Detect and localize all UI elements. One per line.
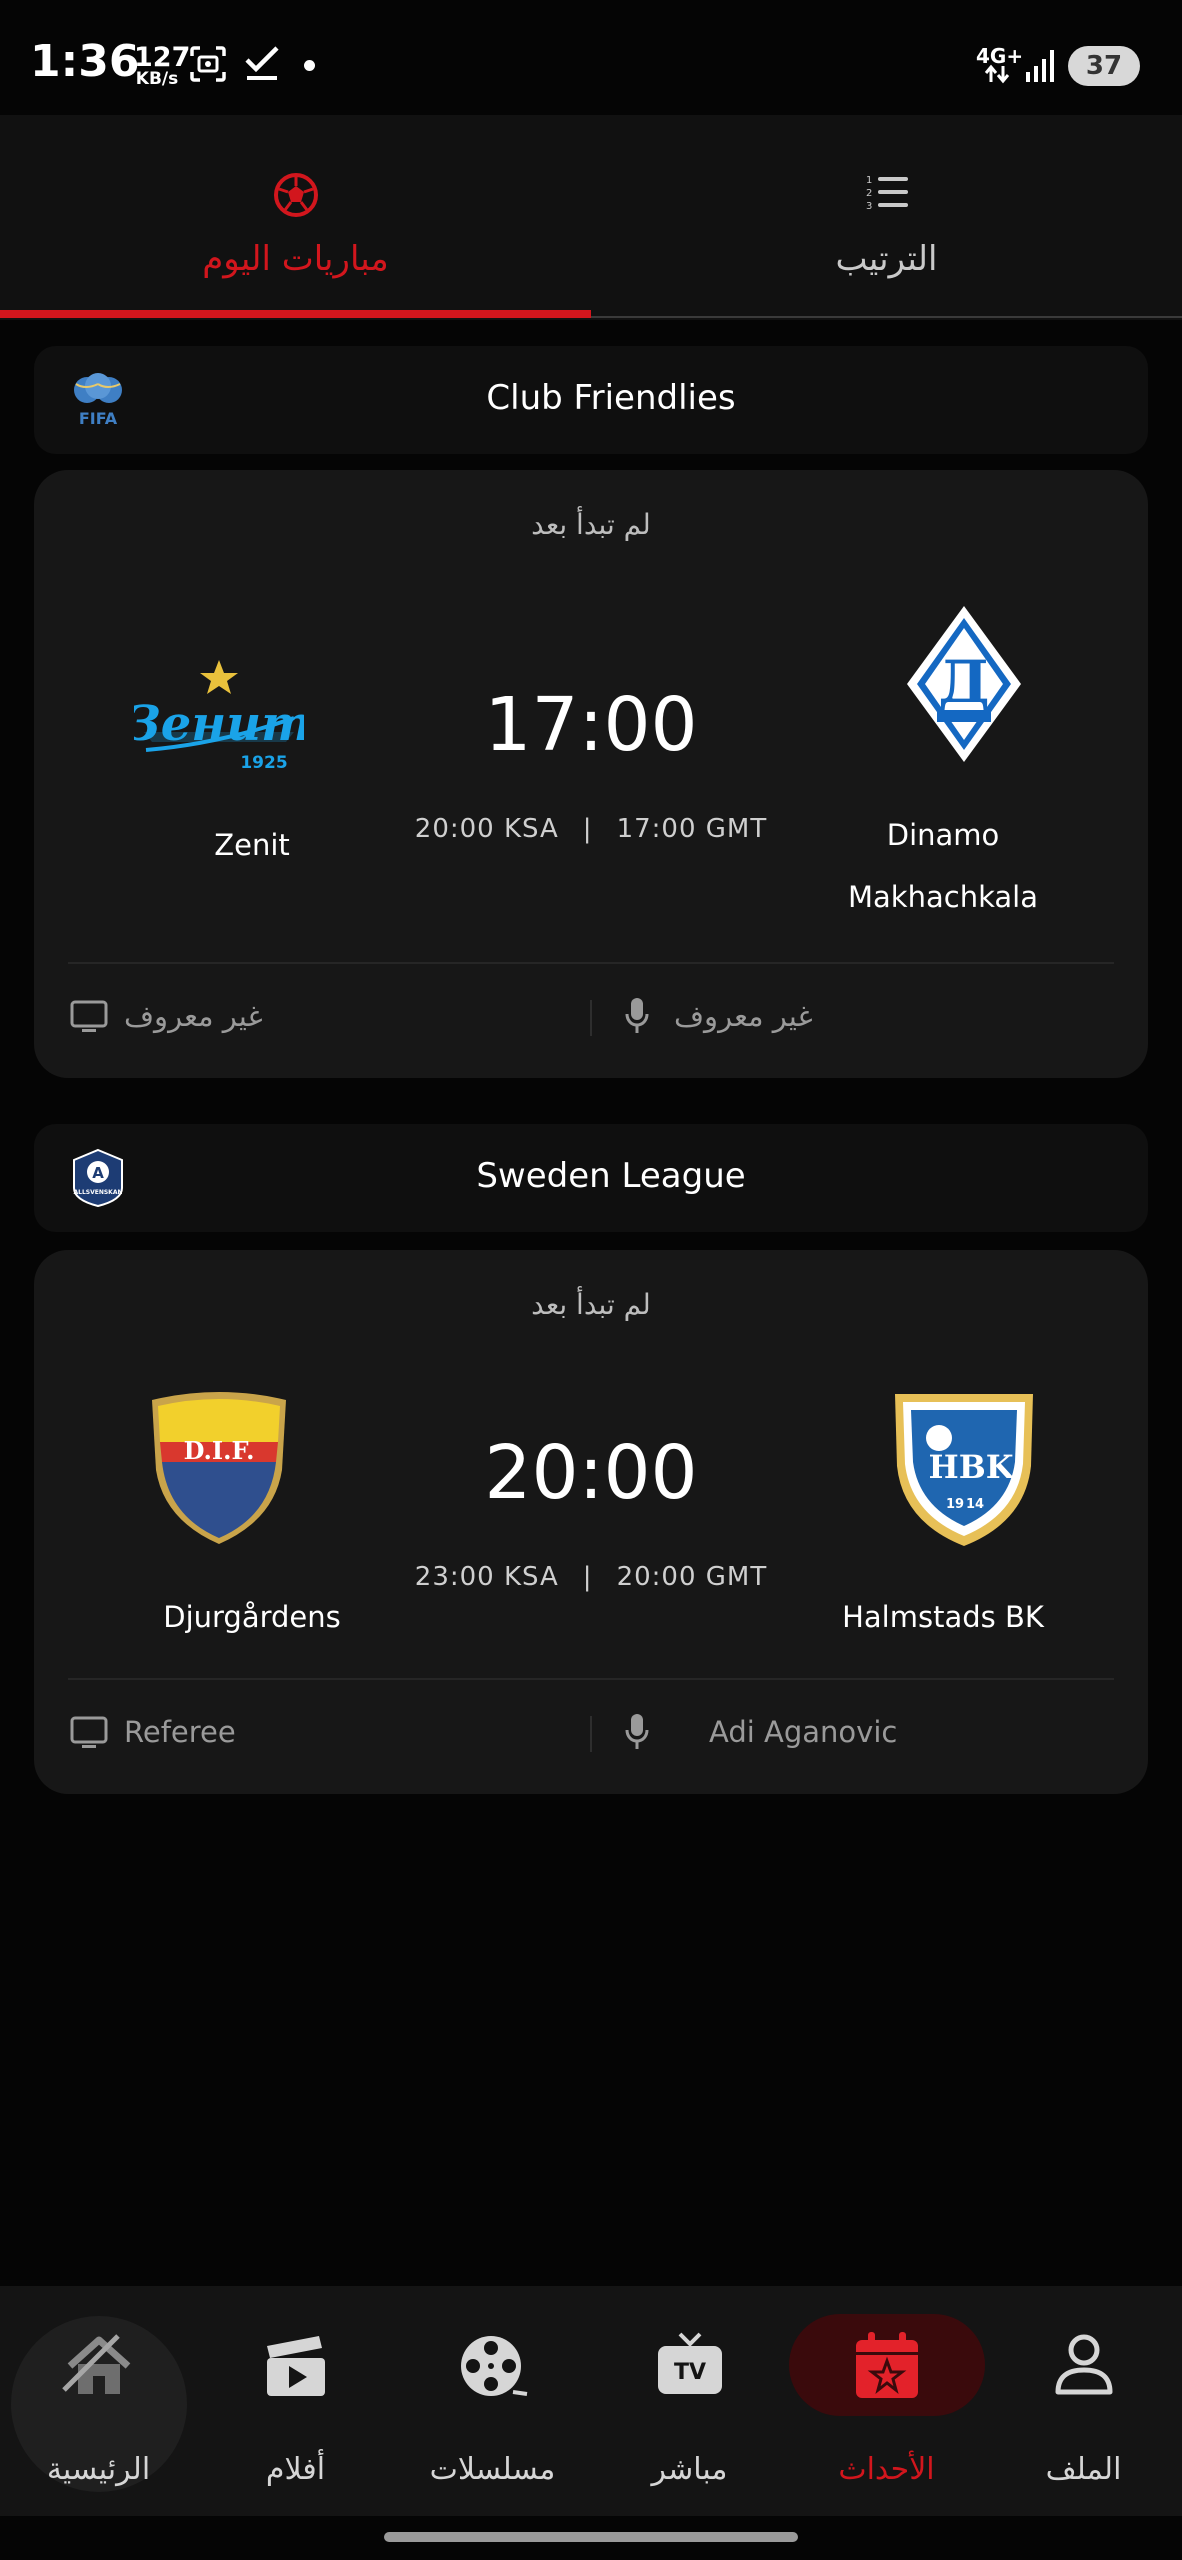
match-status: لم تبدأ بعد xyxy=(531,1288,651,1321)
notification-dot xyxy=(304,60,315,71)
svg-text:TV: TV xyxy=(673,2360,705,2385)
profile-icon xyxy=(1055,2334,1112,2395)
commentator-name: غير معروف xyxy=(674,999,813,1033)
film-reel-icon xyxy=(460,2336,527,2396)
channel-name: غير معروف xyxy=(124,999,263,1033)
info-divider xyxy=(590,1716,592,1752)
soccer-ball-icon xyxy=(273,173,318,217)
time-separator: | xyxy=(582,814,593,844)
net-speed-value: 127 xyxy=(134,42,191,73)
status-time: 1:36 xyxy=(30,36,140,87)
match-card[interactable]: لم تبدأ بعد Зенит 1925 Zenit 17:00 20:00… xyxy=(34,470,1148,1078)
network-type: 4G+ xyxy=(976,44,1024,68)
info-divider xyxy=(590,1000,592,1036)
nav-label: الرئيسية xyxy=(46,2452,151,2487)
svg-text:1: 1 xyxy=(866,175,872,186)
svg-text:19: 19 xyxy=(946,1497,964,1512)
tv-channel-icon xyxy=(70,1000,108,1032)
status-bar: 1:36 127 KB/s 4G+ 37 xyxy=(0,0,1182,115)
tab-divider xyxy=(591,316,1182,318)
tab-todays-matches[interactable]: مباريات اليوم xyxy=(0,115,591,320)
microphone-icon xyxy=(625,998,649,1033)
data-arrows-icon xyxy=(984,64,1010,84)
away-team-name: Halmstads BK xyxy=(842,1600,1044,1634)
svg-text:2: 2 xyxy=(866,188,872,199)
channel-name: Referee xyxy=(124,1715,236,1749)
match-status: لم تبدأ بعد xyxy=(531,508,651,541)
away-team-name: Dinamo Makhachkala xyxy=(793,804,1093,928)
commentator-name: Adi Aganovic xyxy=(709,1715,898,1749)
tv-icon: TV xyxy=(657,2332,722,2394)
signal-icon xyxy=(1026,50,1054,82)
svg-text:HBK: HBK xyxy=(928,1448,1014,1486)
away-team-line1: Dinamo xyxy=(886,818,1000,852)
battery-indicator: 37 xyxy=(1068,46,1140,86)
dinamo-crest-icon: Д xyxy=(907,606,1021,762)
ranking-list-icon: 1 2 3 xyxy=(866,175,908,212)
gesture-handle[interactable] xyxy=(384,2532,798,2542)
nav-events[interactable]: الأحداث xyxy=(788,2286,985,2516)
tab-label: الترتيب xyxy=(835,239,938,279)
check-icon xyxy=(245,46,279,80)
nav-label: أفلام xyxy=(265,2452,326,2487)
time-ksa: 23:00 KSA xyxy=(414,1562,559,1592)
time-gmt: 17:00 GMT xyxy=(616,814,768,844)
bottom-navigation: الرئيسية أفلام مسلسلات TV مباشر الأحداث … xyxy=(0,2286,1182,2516)
screenshot-icon xyxy=(190,46,226,82)
tab-standings[interactable]: 1 2 3 الترتيب xyxy=(591,115,1182,320)
league-header[interactable]: FIFA Club Friendlies xyxy=(34,346,1148,454)
microphone-icon xyxy=(625,1714,649,1749)
time-separator: | xyxy=(582,1562,593,1592)
nav-series[interactable]: مسلسلات xyxy=(394,2286,591,2516)
nav-home[interactable]: الرئيسية xyxy=(0,2286,197,2516)
svg-text:14: 14 xyxy=(966,1497,984,1512)
nav-profile[interactable]: الملف xyxy=(985,2286,1182,2516)
tab-bar: مباريات اليوم 1 2 3 الترتيب xyxy=(0,115,1182,320)
time-ksa: 20:00 KSA xyxy=(414,814,559,844)
nav-live[interactable]: TV مباشر xyxy=(591,2286,788,2516)
clapperboard-icon xyxy=(266,2336,325,2396)
away-team-line2: Makhachkala xyxy=(848,880,1038,914)
home-icon xyxy=(61,2334,130,2394)
net-speed-unit: KB/s xyxy=(135,69,179,89)
calendar-star-icon xyxy=(855,2332,918,2398)
card-divider xyxy=(68,1678,1114,1680)
home-team-name: Djurgårdens xyxy=(163,1600,341,1634)
nav-movies[interactable]: أفلام xyxy=(197,2286,394,2516)
tab-label: مباريات اليوم xyxy=(202,239,389,279)
nav-label: الأحداث xyxy=(838,2452,935,2487)
halmstads-crest-icon: HBK 19 14 xyxy=(895,1394,1033,1546)
svg-text:Д: Д xyxy=(938,648,990,716)
league-name: Club Friendlies xyxy=(486,378,736,418)
tv-channel-icon xyxy=(70,1716,108,1748)
nav-label: الملف xyxy=(1045,2452,1122,2487)
net-speed: 127 KB/s xyxy=(134,42,191,89)
time-gmt: 20:00 GMT xyxy=(616,1562,768,1592)
active-tab-indicator xyxy=(0,310,591,318)
match-card[interactable]: لم تبدأ بعد D.I.F. Djurgårdens 20:00 23:… xyxy=(34,1250,1148,1794)
league-header[interactable]: A ALLSVENSKAN Sweden League xyxy=(34,1124,1148,1232)
svg-text:3: 3 xyxy=(866,201,872,212)
nav-label: مباشر xyxy=(651,2452,728,2487)
nav-label: مسلسلات xyxy=(429,2452,556,2487)
card-divider xyxy=(68,962,1114,964)
league-name: Sweden League xyxy=(476,1156,746,1196)
